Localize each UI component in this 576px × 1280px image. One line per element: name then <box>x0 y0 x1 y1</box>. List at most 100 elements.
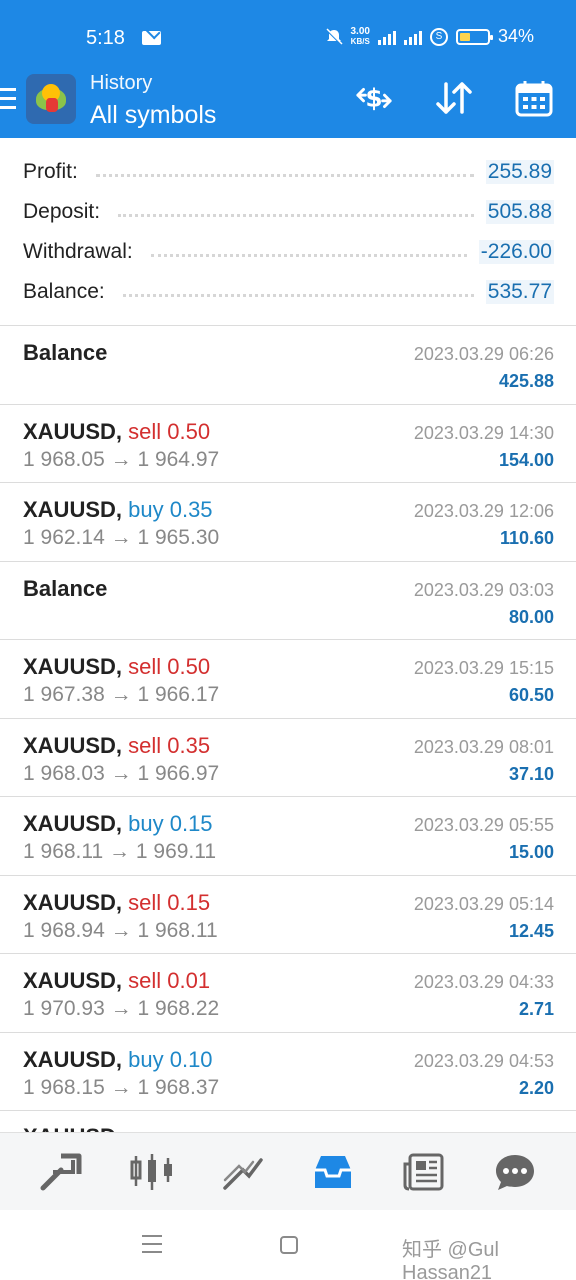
deal-profit: 37.10 <box>508 763 554 784</box>
deal-time: 2023.03.29 14:30 <box>413 422 554 443</box>
nav-quotes[interactable] <box>36 1147 86 1197</box>
bottom-nav <box>0 1132 576 1210</box>
currency-exchange-icon: $ <box>356 84 392 113</box>
deal-close-price: 1 964.97 <box>137 447 220 471</box>
dotted-leader <box>118 213 474 217</box>
nav-chat[interactable] <box>490 1147 540 1197</box>
summary-deposit-label: Deposit: <box>23 200 101 223</box>
deal-profit: 110.60 <box>499 528 554 548</box>
deal-profit: 15.00 <box>508 842 554 862</box>
calendar-button[interactable] <box>514 78 554 118</box>
top-bar: 5:18 3.00 KB/S S 34% History All symbols… <box>0 0 576 138</box>
deal-profit: 12.45 <box>508 920 554 941</box>
deal-close-price: 1 966.97 <box>137 761 220 785</box>
summary-withdrawal-label: Withdrawal: <box>23 240 133 263</box>
chat-icon <box>495 1154 534 1190</box>
deal-prices: 1 968.05 → 1 964.97 <box>23 448 219 472</box>
summary-deposit-value: 505.88 <box>485 200 554 224</box>
deal-prices: 1 968.94 → 1 968.11 <box>23 919 218 943</box>
list-item[interactable]: XAUUSD, sell 0.50 1 967.38 → 1 966.17 20… <box>0 640 576 719</box>
list-item[interactable]: Balance 2023.03.29 06:26 425.88 <box>0 326 576 405</box>
list-item[interactable]: XAUUSD, buy 0.35 1 962.14 → 1 965.30 202… <box>0 483 576 562</box>
nav-news[interactable] <box>399 1147 449 1197</box>
deal-symbol-line: XAUUSD, sell 0.50 <box>23 654 210 680</box>
deal-close-price: 1 965.30 <box>137 526 220 549</box>
list-item[interactable]: XAUUSD, sell 0.35 1 968.03 → 1 966.97 20… <box>0 719 576 797</box>
deal-time: 2023.03.29 04:53 <box>413 1050 554 1071</box>
deal-open-price: 1 968.94 <box>23 918 105 942</box>
mail-icon <box>142 31 161 45</box>
home-button[interactable] <box>280 1236 298 1254</box>
chart-icon <box>130 1153 172 1190</box>
deal-symbol-line: XAUUSD, buy 0.15 <box>23 811 213 837</box>
quotes-icon <box>40 1153 82 1190</box>
arrow-icon: → <box>110 918 132 942</box>
list-item[interactable]: XAUUSD, sell 0.15 1 968.94 → 1 968.11 20… <box>0 876 576 954</box>
trade-icon <box>222 1157 263 1190</box>
dotted-leader <box>95 173 474 177</box>
summary-profit-row: Profit: 255.89 <box>23 152 554 192</box>
deal-symbol: XAUUSD, <box>23 732 123 758</box>
deal-symbol-line: XAUUSD, sell 0.50 <box>23 419 210 445</box>
deal-symbol: XAUUSD, <box>23 1046 123 1072</box>
arrow-icon: → <box>110 526 132 549</box>
deal-time: 2023.03.29 04:33 <box>413 972 554 992</box>
list-item[interactable]: XAUUSD, buy 0.10 1 968.15 → 1 968.37 202… <box>0 1033 576 1111</box>
list-item[interactable]: XAUUSD, sell 0.01 1 970.93 → 1 968.22 20… <box>0 954 576 1033</box>
shield-icon: S <box>429 27 448 46</box>
deal-open-price: 1 970.93 <box>23 997 105 1020</box>
nav-chart[interactable] <box>127 1147 177 1197</box>
deal-prices: 1 968.15 → 1 968.37 <box>23 1076 219 1100</box>
net-speed-value: 3.00 <box>350 25 370 37</box>
deal-symbol: XAUUSD, <box>23 654 123 679</box>
deal-profit: 60.50 <box>508 685 554 705</box>
nav-trade[interactable] <box>218 1147 268 1197</box>
menu-icon[interactable] <box>0 88 16 115</box>
signal-2-icon <box>403 29 422 45</box>
deal-close-price: 1 969.11 <box>135 840 217 863</box>
app-title: History All symbols <box>90 72 216 130</box>
nav-history[interactable] <box>308 1147 358 1197</box>
calendar-icon <box>515 81 553 117</box>
deal-open-price: 1 967.38 <box>23 683 105 706</box>
arrow-icon: → <box>110 1075 132 1099</box>
system-nav: 知乎 @Gul Hassan21 <box>0 1210 576 1280</box>
deal-symbol-line: XAUUSD, sell 0.15 <box>23 890 210 916</box>
currency-exchange-button[interactable]: $ <box>354 78 394 118</box>
status-time: 5:18 <box>86 27 125 49</box>
deal-time: 2023.03.29 15:15 <box>413 658 554 678</box>
deal-open-price: 1 968.03 <box>23 761 105 785</box>
deal-open-price: 1 968.15 <box>23 1075 105 1099</box>
deal-volume: sell 0.50 <box>128 418 211 444</box>
list-item[interactable]: Balance 2023.03.29 03:03 80.00 <box>0 562 576 640</box>
watermark: 知乎 @Gul Hassan21 <box>402 1239 499 1280</box>
deal-close-price: 1 966.17 <box>137 683 220 706</box>
summary-profit-label: Profit: <box>23 160 78 183</box>
deal-prices: 1 967.38 → 1 966.17 <box>23 683 219 707</box>
deal-symbol-line: XAUUSD, sell 0.35 <box>23 733 210 759</box>
summary-panel: Profit: 255.89 Deposit: 505.88 Withdrawa… <box>0 138 576 326</box>
list-item[interactable]: XAUUSD, sell 0.50 1 968.05 → 1 964.97 20… <box>0 405 576 483</box>
list-item[interactable]: XAUUSD, buy 0.15 1 968.11 → 1 969.11 202… <box>0 797 576 876</box>
summary-deposit-row: Deposit: 505.88 <box>23 192 554 232</box>
deal-prices: 1 962.14 → 1 965.30 <box>23 526 219 550</box>
deal-symbol: XAUUSD, <box>23 1124 122 1132</box>
net-speed: 3.00 KB/S <box>350 25 370 47</box>
news-icon <box>403 1153 444 1190</box>
deal-close-price: 1 968.37 <box>137 1075 220 1099</box>
deal-open-price: 1 962.14 <box>23 526 105 549</box>
deal-time: 2023.03.29 05:14 <box>413 893 554 914</box>
summary-withdrawal-row: Withdrawal: -226.00 <box>23 232 554 272</box>
deal-close-price: 1 968.22 <box>137 997 220 1020</box>
summary-profit-value: 255.89 <box>485 160 554 184</box>
deal-profit: 425.88 <box>498 371 554 391</box>
sort-button[interactable] <box>434 78 474 118</box>
deal-profit: 80.00 <box>508 606 554 627</box>
sort-icon <box>436 82 472 114</box>
battery-icon <box>455 28 493 45</box>
deal-symbol: XAUUSD, <box>23 497 123 522</box>
deal-prices: 1 968.11 → 1 969.11 <box>23 840 216 864</box>
page-title[interactable]: All symbols <box>90 101 216 130</box>
recent-apps-button[interactable] <box>142 1235 162 1259</box>
list-item-partial[interactable]: XAUUSD, <box>0 1110 576 1132</box>
